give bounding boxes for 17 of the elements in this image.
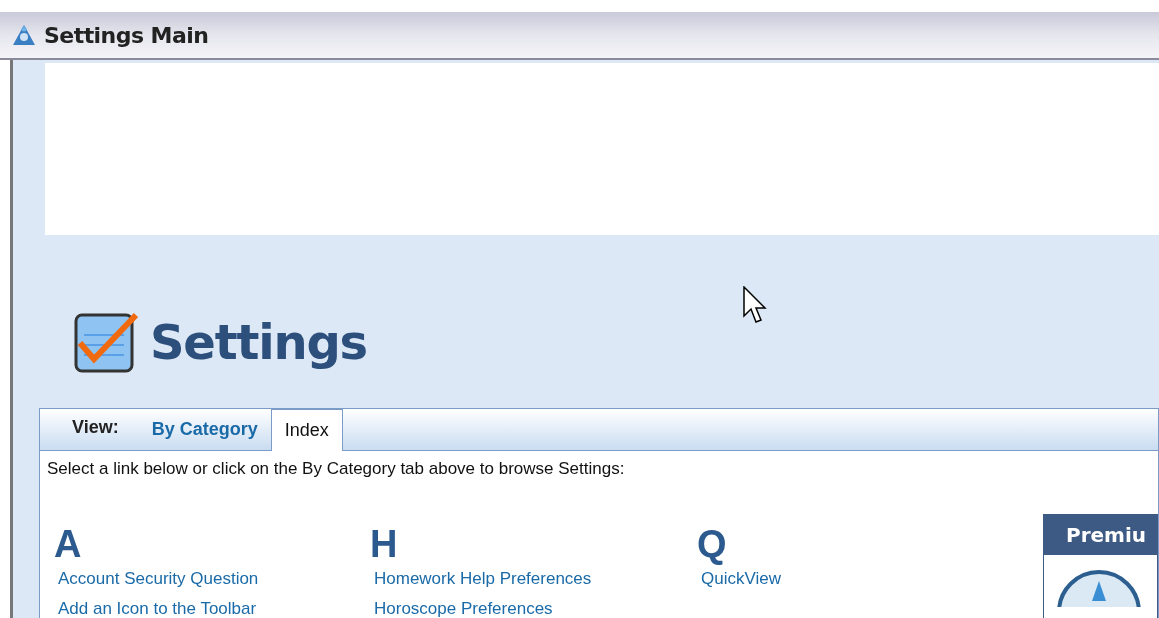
view-tab[interactable]: By Category [138,408,271,450]
window-title: Settings Main [44,21,209,50]
mouse-cursor-icon [743,286,767,326]
settings-link[interactable]: Horoscope Preferences [370,593,553,618]
view-tab[interactable]: Index [270,409,343,451]
checkbox-logo-icon [74,311,138,373]
index-letter: Q [697,523,727,564]
settings-link[interactable]: Account Security Question [54,563,259,594]
premium-header: Premiu [1044,514,1157,555]
app-logo-icon [12,24,36,46]
settings-link[interactable]: Add an Icon to the Toolbar [54,593,257,618]
instruction-text: Select a link below or click on the By Category tab above to browse Settings: [46,458,626,480]
index-letter: H [370,523,398,564]
index-letter: A [54,523,82,564]
settings-link[interactable]: Homework Help Preferences [370,563,592,594]
view-label: View: [72,416,119,439]
page-title: Settings [150,313,367,372]
